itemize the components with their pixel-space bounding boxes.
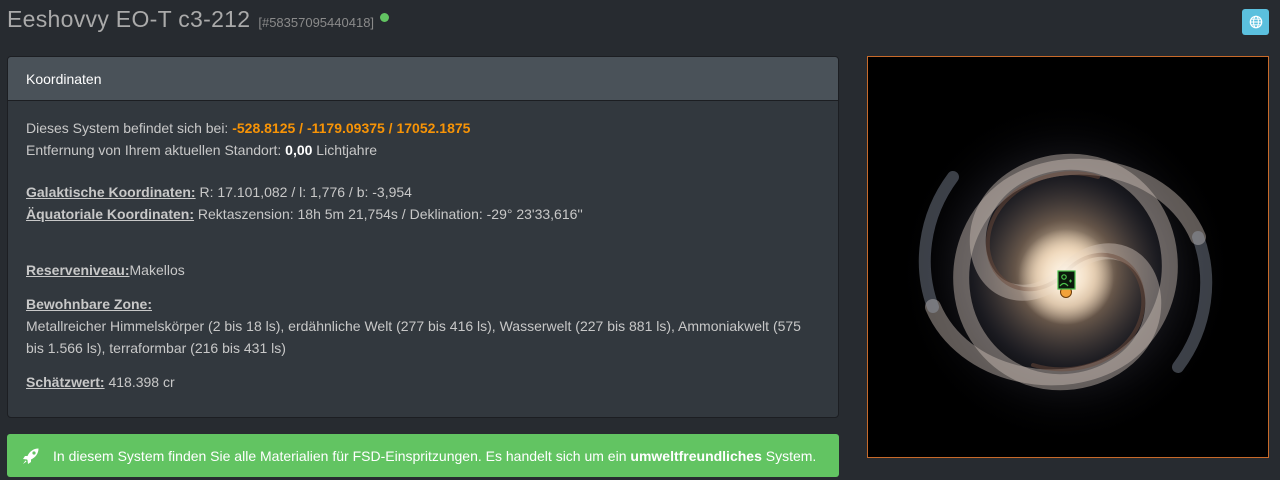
location-text: Dieses System befindet sich bei: [26, 120, 233, 136]
coordinates-panel: Koordinaten Dieses System befindet sich … [7, 56, 839, 418]
galaxy-image [868, 57, 1268, 457]
system-name: Eeshovvy EO-T c3-212 [7, 6, 251, 32]
estimate-label: Schätzwert: [26, 374, 105, 390]
globe-icon [1249, 15, 1262, 29]
page-header: Eeshovvy EO-T c3-212 [#58357095440418] [7, 6, 390, 33]
system-id: [#58357095440418] [258, 15, 375, 30]
panel-heading: Koordinaten [8, 57, 838, 101]
reserve-label: Reserveniveau: [26, 262, 130, 278]
estimate-line: Schätzwert: 418.398 cr [26, 371, 820, 393]
reserve-value: Makellos [129, 262, 185, 278]
location-line: Dieses System befindet sich bei: -528.81… [26, 117, 820, 139]
galactic-line: Galaktische Koordinaten: R: 17.101,082 /… [26, 181, 820, 203]
equatorial-label: Äquatoriale Koordinaten: [26, 206, 195, 222]
galactic-value: R: 17.101,082 / l: 1,776 / b: -3,954 [195, 184, 412, 200]
distance-prefix: Entfernung von Ihrem aktuellen Standort: [26, 142, 286, 158]
status-dot [380, 13, 390, 22]
habitable-value: Metallreicher Himmelskörper (2 bis 18 ls… [26, 318, 801, 356]
panel-body: Dieses System befindet sich bei: -528.81… [8, 101, 838, 393]
rocket-icon [23, 448, 39, 464]
alert-bold: umweltfreundliches [630, 447, 762, 464]
coordinates-value: -528.8125 / -1179.09375 / 17052.1875 [232, 120, 471, 136]
alert-text: In diesem System finden Sie alle Materia… [53, 447, 817, 464]
equatorial-value: Rektaszension: 18h 5m 21,754s / Deklinat… [194, 206, 583, 222]
habitable-label-line: Bewohnbare Zone: [26, 293, 820, 315]
reserve-line: Reserveniveau:Makellos [26, 259, 820, 281]
globe-button[interactable] [1242, 9, 1269, 35]
distance-value: 0,00 [285, 142, 313, 158]
equatorial-line: Äquatoriale Koordinaten: Rektaszension: … [26, 203, 820, 225]
distance-line: Entfernung von Ihrem aktuellen Standort:… [26, 139, 820, 161]
distance-unit: Lichtjahre [312, 142, 378, 158]
galaxy-map[interactable] [867, 56, 1269, 458]
fsd-materials-alert: In diesem System finden Sie alle Materia… [7, 434, 839, 477]
galactic-label: Galaktische Koordinaten: [26, 184, 196, 200]
habitable-label: Bewohnbare Zone: [26, 296, 153, 312]
estimate-value: 418.398 cr [104, 374, 175, 390]
